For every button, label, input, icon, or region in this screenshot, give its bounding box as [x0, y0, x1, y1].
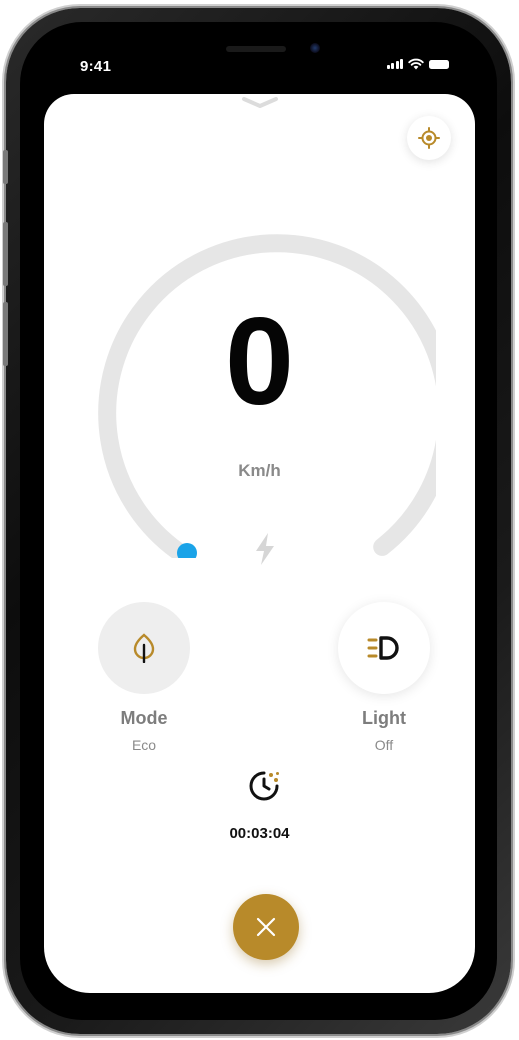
speed-value: 0 [225, 293, 294, 431]
wifi-icon [408, 58, 424, 70]
chevron-down-icon[interactable] [240, 94, 280, 110]
front-camera [310, 43, 320, 53]
light-label: Light [362, 708, 406, 728]
system-icons [386, 58, 449, 70]
speed-unit: Km/h [238, 461, 281, 480]
close-icon [256, 917, 276, 937]
mode-label: Mode [120, 708, 168, 728]
stopwatch-icon [249, 771, 279, 801]
mode-value: Eco [131, 737, 157, 753]
phone-screen: 9:41 0 Km/h Mode Eco Light Off 00:03:04 [44, 42, 475, 993]
locate-button[interactable] [407, 116, 451, 160]
crosshair-target-icon [418, 127, 440, 149]
silent-switch [3, 150, 8, 184]
leaf-icon [133, 633, 155, 663]
notch [140, 42, 380, 80]
cellular-signal-icon [386, 59, 403, 69]
end-ride-button[interactable] [233, 894, 299, 960]
light-value: Off [374, 737, 394, 753]
ride-screen: 0 Km/h Mode Eco Light Off 00:03:04 [44, 94, 475, 993]
status-time: 9:41 [80, 58, 112, 75]
volume-up-button [3, 222, 8, 286]
battery-icon [429, 59, 449, 69]
lightning-bolt-icon [256, 533, 274, 565]
volume-down-button [3, 302, 8, 366]
ride-timer: 00:03:04 [229, 825, 290, 842]
speaker [226, 46, 286, 52]
headlight-icon [367, 636, 399, 660]
light-button[interactable] [338, 602, 430, 694]
status-bar: 9:41 [44, 42, 475, 94]
mode-button[interactable] [98, 602, 190, 694]
